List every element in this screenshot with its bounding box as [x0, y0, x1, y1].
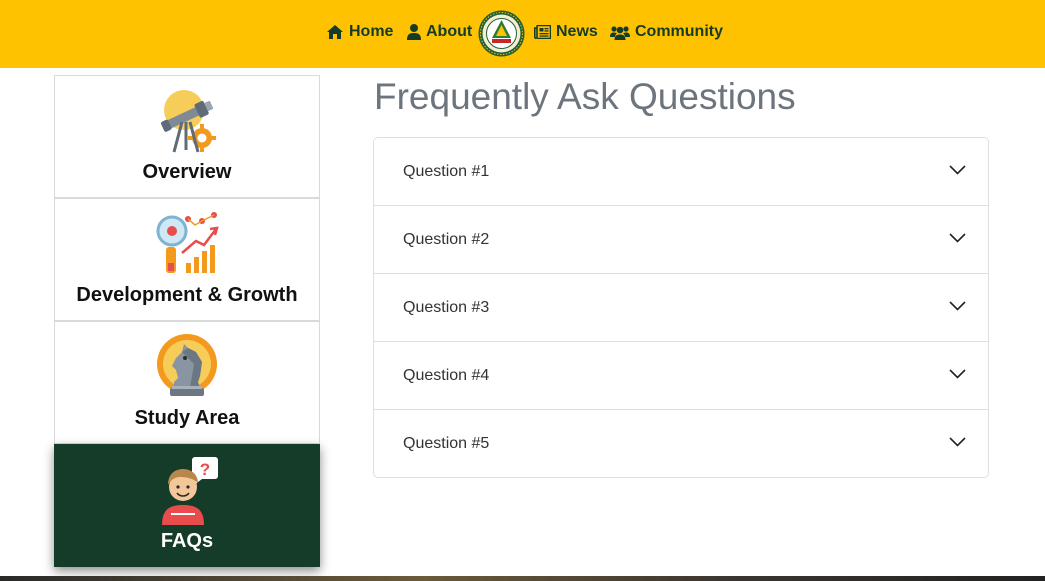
svg-text:?: ?	[200, 460, 210, 479]
school-seal-logo[interactable]	[478, 10, 525, 57]
sidebar-item-development-growth[interactable]: Development & Growth	[54, 198, 320, 321]
nav-news-label: News	[556, 23, 598, 40]
chevron-down-icon[interactable]	[949, 232, 966, 244]
faq-question: Question #1	[403, 163, 490, 180]
sidebar-item-faqs[interactable]: ? FAQs	[54, 444, 320, 567]
faq-item[interactable]: Question #3	[374, 274, 988, 342]
footer-edge	[0, 576, 1045, 581]
nav-news-link[interactable]: News	[534, 20, 598, 44]
chevron-down-icon[interactable]	[949, 368, 966, 380]
chevron-down-icon[interactable]	[949, 436, 966, 448]
faq-question: Question #3	[403, 299, 490, 316]
faq-item[interactable]: Question #5	[374, 410, 988, 477]
user-icon	[407, 24, 421, 40]
nav-about-link[interactable]: About	[407, 20, 472, 44]
sidebar-item-overview[interactable]: Overview	[54, 75, 320, 198]
faq-question: Question #2	[403, 231, 490, 248]
person-question-icon: ?	[162, 457, 218, 525]
nav-home-link[interactable]: Home	[326, 20, 393, 44]
faq-accordion: Question #1 Question #2 Question #3 Ques…	[373, 137, 989, 478]
newspaper-icon	[534, 25, 551, 39]
sidebar-item-label: Development & Growth	[76, 284, 298, 306]
sidebar-item-study-area[interactable]: Study Area	[54, 321, 320, 444]
faq-item[interactable]: Question #4	[374, 342, 988, 410]
nav-about-label: About	[426, 23, 473, 40]
growth-chart-icon	[156, 212, 219, 273]
home-icon	[327, 25, 343, 39]
chevron-down-icon[interactable]	[949, 300, 966, 312]
users-group-icon	[610, 25, 630, 40]
faq-question: Question #5	[403, 435, 490, 452]
nav-community-link[interactable]: Community	[610, 20, 723, 44]
top-nav-bar: Home About News Community	[0, 0, 1045, 68]
nav-home-label: Home	[349, 23, 394, 40]
page-title: Frequently Ask Questions	[374, 76, 796, 117]
chess-knight-icon	[157, 334, 217, 396]
chevron-down-icon[interactable]	[949, 164, 966, 176]
sidebar-item-label: FAQs	[160, 530, 214, 552]
sidebar-item-label: Study Area	[134, 407, 240, 429]
nav-community-label: Community	[635, 23, 723, 40]
sidebar-item-label: Overview	[142, 161, 232, 183]
faq-item[interactable]: Question #1	[374, 138, 988, 206]
faq-question: Question #4	[403, 367, 490, 384]
telescope-gear-icon	[160, 90, 216, 153]
faq-item[interactable]: Question #2	[374, 206, 988, 274]
